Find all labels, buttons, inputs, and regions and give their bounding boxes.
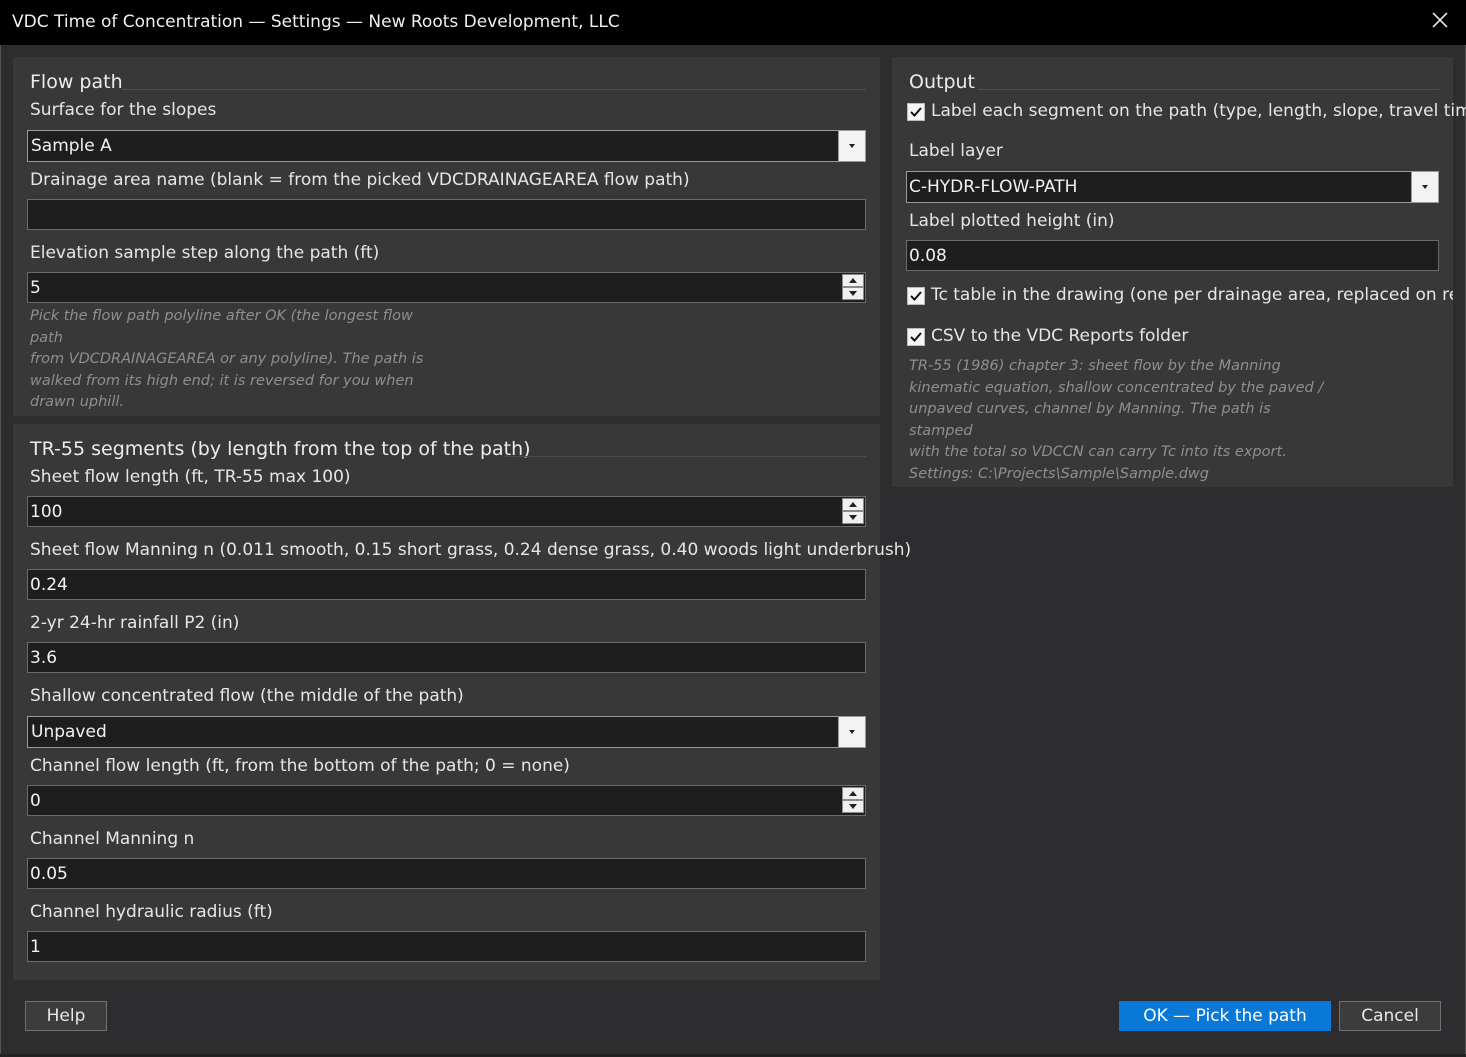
channel-radius-label: Channel hydraulic radius (ft) bbox=[30, 902, 273, 922]
spin-up-icon[interactable] bbox=[842, 787, 864, 800]
label-layer-combo[interactable]: C-HYDR-FLOW-PATH bbox=[906, 171, 1439, 203]
window-border-left bbox=[0, 45, 1, 1057]
surface-label: Surface for the slopes bbox=[30, 100, 217, 120]
flow-path-group-rule bbox=[122, 89, 866, 90]
surface-combo[interactable]: Sample A bbox=[27, 130, 866, 162]
label-height-input[interactable] bbox=[906, 240, 1439, 271]
segments-group-title: TR-55 segments (by length from the top o… bbox=[30, 438, 531, 460]
shallow-flow-label: Shallow concentrated flow (the middle of… bbox=[30, 686, 464, 706]
label-height-label: Label plotted height (in) bbox=[909, 211, 1115, 231]
window-title: VDC Time of Concentration — Settings — N… bbox=[12, 12, 620, 32]
spin-down-icon[interactable] bbox=[842, 800, 864, 813]
channel-n-input[interactable] bbox=[27, 858, 866, 889]
rainfall-label: 2-yr 24-hr rainfall P2 (in) bbox=[30, 613, 240, 633]
shallow-flow-combo-value: Unpaved bbox=[31, 722, 107, 742]
output-note-line: with the total so VDCCN can carry Tc int… bbox=[909, 444, 1287, 460]
sample-step-input[interactable] bbox=[27, 272, 866, 303]
label-layer-combo-value: C-HYDR-FLOW-PATH bbox=[909, 177, 1078, 197]
sheet-n-label: Sheet flow Manning n (0.011 smooth, 0.15… bbox=[30, 540, 912, 560]
sheet-length-input[interactable] bbox=[27, 496, 866, 527]
tc-table-checkbox[interactable] bbox=[907, 287, 925, 305]
ok-pick-path-button[interactable]: OK — Pick the path bbox=[1119, 1001, 1331, 1031]
spin-up-icon[interactable] bbox=[842, 274, 864, 287]
csv-text: CSV to the VDC Reports folder bbox=[931, 326, 1189, 346]
label-layer-label: Label layer bbox=[909, 141, 1003, 161]
channel-length-input[interactable] bbox=[27, 785, 866, 816]
drainage-area-input[interactable] bbox=[27, 199, 866, 230]
spin-down-icon[interactable] bbox=[842, 511, 864, 524]
csv-checkbox[interactable] bbox=[907, 328, 925, 346]
spin-down-icon[interactable] bbox=[842, 287, 864, 300]
tc-table-text: Tc table in the drawing (one per drainag… bbox=[931, 285, 1453, 305]
output-note: TR-55 (1986) chapter 3: sheet flow by th… bbox=[909, 356, 1329, 485]
close-icon[interactable] bbox=[1428, 8, 1452, 32]
output-note-line: TR-55 (1986) chapter 3: sheet flow by th… bbox=[909, 358, 1281, 374]
flow-path-note-line: drawn uphill. bbox=[30, 394, 124, 410]
help-button[interactable]: Help bbox=[25, 1001, 107, 1031]
surface-combo-value: Sample A bbox=[31, 136, 112, 156]
flow-path-group-title: Flow path bbox=[30, 71, 123, 93]
chevron-down-icon[interactable] bbox=[838, 131, 865, 161]
output-group-title: Output bbox=[909, 71, 975, 93]
chevron-down-icon[interactable] bbox=[838, 717, 865, 747]
checkmark-icon bbox=[910, 332, 922, 342]
sample-step-label: Elevation sample step along the path (ft… bbox=[30, 243, 380, 263]
sheet-length-stepper[interactable] bbox=[27, 496, 866, 527]
sample-step-stepper[interactable] bbox=[27, 272, 866, 303]
spin-up-icon[interactable] bbox=[842, 498, 864, 511]
flow-path-note-line: walked from its high end; it is reversed… bbox=[30, 372, 414, 389]
channel-radius-input[interactable] bbox=[27, 931, 866, 962]
output-note-line: unpaved curves, channel by Manning. The … bbox=[909, 401, 1271, 439]
flow-path-note: Pick the flow path polyline after OK (th… bbox=[30, 306, 450, 414]
title-bar: VDC Time of Concentration — Settings — N… bbox=[0, 0, 1466, 45]
flow-path-note-line: Pick the flow path polyline after OK (th… bbox=[30, 308, 413, 346]
output-note-line: kinematic equation, shallow concentrated… bbox=[909, 379, 1324, 396]
cancel-button[interactable]: Cancel bbox=[1339, 1001, 1441, 1031]
output-group-rule bbox=[978, 89, 1439, 90]
channel-length-label: Channel flow length (ft, from the bottom… bbox=[30, 756, 570, 776]
label-segments-text: Label each segment on the path (type, le… bbox=[931, 101, 1466, 121]
channel-n-label: Channel Manning n bbox=[30, 829, 195, 849]
channel-length-stepper[interactable] bbox=[27, 785, 866, 816]
label-segments-checkbox[interactable] bbox=[907, 103, 925, 121]
flow-path-note-line: from VDCDRAINAGEAREA or any polyline). T… bbox=[30, 351, 424, 367]
rainfall-input[interactable] bbox=[27, 642, 866, 673]
chevron-down-icon[interactable] bbox=[1411, 172, 1438, 202]
shallow-flow-combo[interactable]: Unpaved bbox=[27, 716, 866, 748]
sheet-n-input[interactable] bbox=[27, 569, 866, 600]
drainage-area-label: Drainage area name (blank = from the pic… bbox=[30, 170, 690, 190]
checkmark-icon bbox=[910, 291, 922, 301]
sheet-length-label: Sheet flow length (ft, TR-55 max 100) bbox=[30, 467, 351, 487]
checkmark-icon bbox=[910, 107, 922, 117]
segments-group-rule bbox=[505, 456, 866, 457]
settings-path: Settings: C:\Projects\Sample\Sample.dwg bbox=[909, 465, 1209, 482]
